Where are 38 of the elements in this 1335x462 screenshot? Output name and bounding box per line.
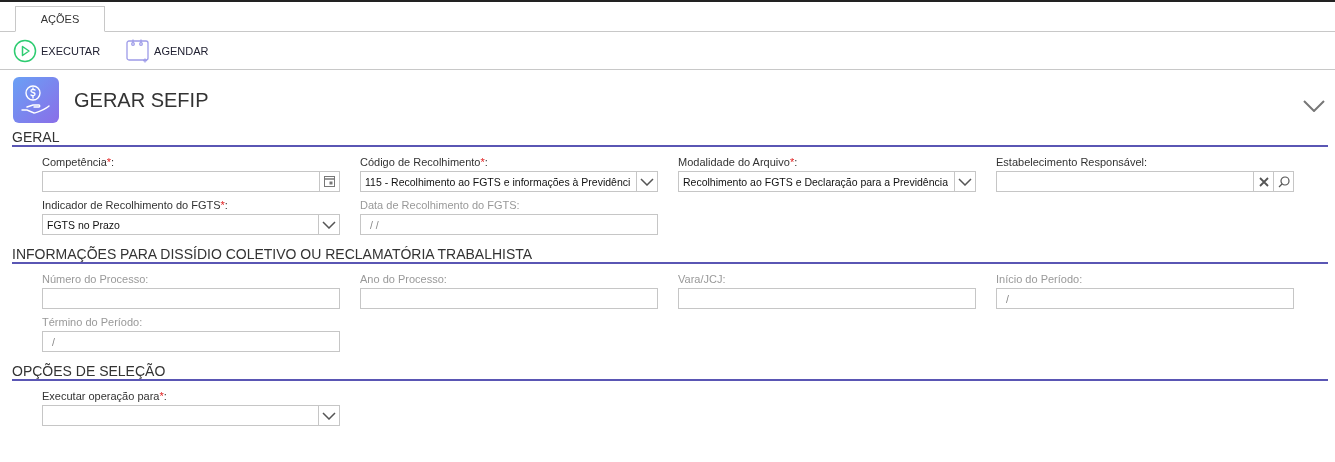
field-label: Modalidade do Arquivo*: <box>678 155 799 169</box>
dropdown[interactable]: 115 - Recolhimento ao FGTS e informações à Previdênci <box>360 171 658 192</box>
field-label: Data de Recolhimento do FGTS: <box>360 198 521 212</box>
page-title: GERAR SEFIP <box>74 88 210 112</box>
dropdown[interactable]: Recolhimento ao FGTS e Declaração para a Previdência <box>678 171 976 192</box>
money-hand-icon <box>13 77 59 123</box>
toolbar-button[interactable]: AGENDAR <box>126 38 209 63</box>
chevron-down-icon[interactable] <box>958 177 972 186</box>
input-field[interactable] <box>360 288 658 309</box>
section-title: INFORMAÇÕES PARA DISSÍDIO COLETIVO OU RECLAMATÓRIA TRABALHISTA <box>12 246 533 262</box>
chevron-down-icon[interactable] <box>322 220 336 229</box>
lookup-field[interactable] <box>996 171 1294 192</box>
input-field[interactable] <box>42 288 340 309</box>
field-label: Competência*: <box>42 155 116 169</box>
field-label: Código de Recolhimento*: <box>360 155 489 169</box>
section-title: GERAL <box>12 129 60 145</box>
tab[interactable]: AÇÕES <box>15 6 105 32</box>
calendar-icon[interactable] <box>324 176 335 187</box>
field-label: Término do Período: <box>42 315 144 329</box>
chevron-down-icon[interactable] <box>1303 100 1325 112</box>
field-label: Início do Período: <box>996 272 1084 286</box>
chevron-down-icon[interactable] <box>322 411 336 420</box>
section-title: OPÇÕES DE SELEÇÃO <box>12 363 166 379</box>
input-field[interactable] <box>678 288 976 309</box>
field-label: Ano do Processo: <box>360 272 448 286</box>
date-field[interactable] <box>42 171 340 192</box>
field-label: Indicador de Recolhimento do FGTS*: <box>42 198 229 212</box>
field-label: Vara/JCJ: <box>678 272 727 286</box>
field-label: Número do Processo: <box>42 272 150 286</box>
field-label: Estabelecimento Responsável: <box>996 155 1149 169</box>
dropdown[interactable]: FGTS no Prazo <box>42 214 340 235</box>
toolbar-button[interactable]: EXECUTAR <box>13 38 101 63</box>
calendar-icon <box>126 38 151 63</box>
search-icon[interactable] <box>1277 175 1290 188</box>
field-label: Executar operação para*: <box>42 389 168 403</box>
chevron-down-icon[interactable] <box>640 177 654 186</box>
close-icon[interactable] <box>1258 176 1269 187</box>
play-icon <box>13 38 37 63</box>
